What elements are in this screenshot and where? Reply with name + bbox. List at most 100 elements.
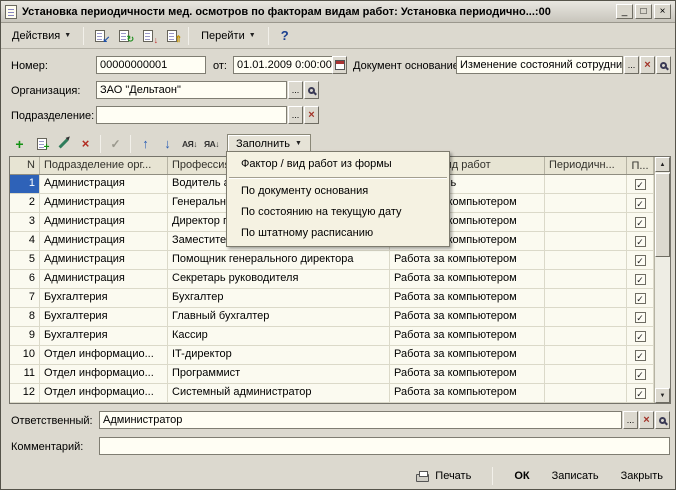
column-header-flag[interactable]: П... [627,157,654,174]
table-cell[interactable]: Работа за компьютером [390,270,545,289]
number-input[interactable]: 00000000001 [96,56,206,74]
column-header-period[interactable]: Периодичн... [545,157,627,174]
table-cell[interactable] [545,384,627,403]
table-cell[interactable]: Работа за компьютером [390,289,545,308]
table-cell[interactable]: 7 [10,289,40,308]
table-cell[interactable] [545,232,627,251]
checkbox-checked-icon[interactable]: ✓ [634,178,646,190]
table-cell[interactable]: 2 [10,194,40,213]
table-cell[interactable]: Программист [168,365,390,384]
scroll-down-icon[interactable]: ▼ [655,388,670,403]
table-row[interactable]: 10 Отдел информацио... IT-директор Работа з… [10,346,670,365]
responsible-clear-button[interactable]: × [639,411,654,429]
scroll-up-icon[interactable]: ▲ [655,157,670,172]
table-cell[interactable] [545,308,627,327]
checkbox-checked-icon[interactable]: ✓ [634,235,646,247]
basis-open-button[interactable] [656,56,671,74]
checkbox-checked-icon[interactable]: ✓ [634,368,646,380]
table-cell[interactable]: Бухгалтерия [40,327,168,346]
basis-select-button[interactable]: ... [624,56,639,74]
ok-button[interactable]: ОК [510,468,533,484]
save-button[interactable]: Записать [548,468,603,484]
table-cell[interactable]: Работа за компьютером [390,365,545,384]
table-cell[interactable] [545,289,627,308]
table-cell[interactable]: Отдел информацио... [40,346,168,365]
table-cell[interactable]: Работа за компьютером [390,308,545,327]
close-form-button[interactable]: Закрыть [617,468,667,484]
checkbox-checked-icon[interactable]: ✓ [634,330,646,342]
checkbox-checked-icon[interactable]: ✓ [634,387,646,399]
table-cell[interactable]: Администрация [40,175,168,194]
responsible-select-button[interactable]: ... [623,411,638,429]
responsible-input[interactable]: Администратор [99,411,622,429]
table-cell[interactable]: Бухгалтерия [40,308,168,327]
responsible-open-button[interactable] [655,411,670,429]
basis-clear-button[interactable]: × [640,56,655,74]
table-cell-checkbox[interactable]: ✓ [627,175,654,194]
close-button[interactable]: × [654,4,671,19]
comment-input[interactable] [99,437,670,455]
table-cell[interactable]: Работа за компьютером [390,251,545,270]
table-cell[interactable]: Системный администратор [168,384,390,403]
checkbox-checked-icon[interactable]: ✓ [634,311,646,323]
table-cell[interactable]: Администрация [40,251,168,270]
table-cell[interactable]: IT-директор [168,346,390,365]
table-cell[interactable] [545,270,627,289]
table-cell-checkbox[interactable]: ✓ [627,384,654,403]
help-button[interactable]: ? [274,25,296,47]
delete-row-button[interactable]: × [75,134,96,154]
calendar-button[interactable] [332,56,347,74]
basis-input[interactable]: Изменение состояний сотрудни [456,56,623,74]
goto-button[interactable]: Перейти ▼ [194,25,263,47]
table-cell[interactable] [545,175,627,194]
table-cell[interactable]: 9 [10,327,40,346]
menu-item-by-basis-document[interactable]: По документу основания [227,181,449,202]
title-bar[interactable]: Установка периодичности мед. осмотров по… [1,1,675,23]
add-copy-button[interactable]: + [31,134,52,154]
table-row[interactable]: 11 Отдел информацио... Программист Работа з… [10,365,670,384]
table-cell[interactable]: 12 [10,384,40,403]
table-cell[interactable]: Главный бухгалтер [168,308,390,327]
scrollbar-thumb[interactable] [655,173,670,257]
department-clear-button[interactable]: × [304,106,319,124]
table-row[interactable]: 5 Администрация Помощник генерального дире… [10,251,670,270]
date-input[interactable]: 01.01.2009 0:00:00 [233,56,347,74]
minimize-button[interactable]: _ [616,4,633,19]
vertical-scrollbar[interactable]: ▲ ▼ [654,157,670,403]
menu-item-by-staff-schedule[interactable]: По штатному расписанию [227,223,449,244]
edit-row-button[interactable] [53,134,74,154]
table-cell-checkbox[interactable]: ✓ [627,194,654,213]
table-cell[interactable]: Администрация [40,232,168,251]
table-cell-checkbox[interactable]: ✓ [627,308,654,327]
organization-input[interactable]: ЗАО "Дельтаон" [96,81,287,99]
table-cell-checkbox[interactable]: ✓ [627,213,654,232]
table-cell[interactable]: 5 [10,251,40,270]
table-cell[interactable] [545,346,627,365]
column-header-n[interactable]: N [10,157,40,174]
maximize-button[interactable]: □ [635,4,652,19]
table-cell[interactable]: Отдел информацио... [40,365,168,384]
reread-document-button[interactable] [89,25,111,47]
department-input[interactable] [96,106,287,124]
checkbox-checked-icon[interactable]: ✓ [634,273,646,285]
checkbox-checked-icon[interactable]: ✓ [634,349,646,361]
table-cell[interactable] [545,251,627,270]
table-cell[interactable]: 8 [10,308,40,327]
table-cell-checkbox[interactable]: ✓ [627,289,654,308]
move-down-button[interactable]: ↓ [157,134,178,154]
table-cell[interactable]: Бухгалтер [168,289,390,308]
checkbox-checked-icon[interactable]: ✓ [634,292,646,304]
table-cell-checkbox[interactable]: ✓ [627,251,654,270]
table-cell[interactable]: Бухгалтерия [40,289,168,308]
table-cell[interactable] [545,194,627,213]
add-row-button[interactable]: + [9,134,30,154]
table-cell-checkbox[interactable]: ✓ [627,232,654,251]
table-cell[interactable]: Помощник генерального директора [168,251,390,270]
table-cell[interactable]: Администрация [40,270,168,289]
department-select-button[interactable]: ... [288,106,303,124]
checkbox-checked-icon[interactable]: ✓ [634,254,646,266]
table-cell[interactable]: Работа за компьютером [390,384,545,403]
table-row[interactable]: 12 Отдел информацио... Системный администр… [10,384,670,403]
table-cell[interactable] [545,365,627,384]
table-cell-checkbox[interactable]: ✓ [627,365,654,384]
